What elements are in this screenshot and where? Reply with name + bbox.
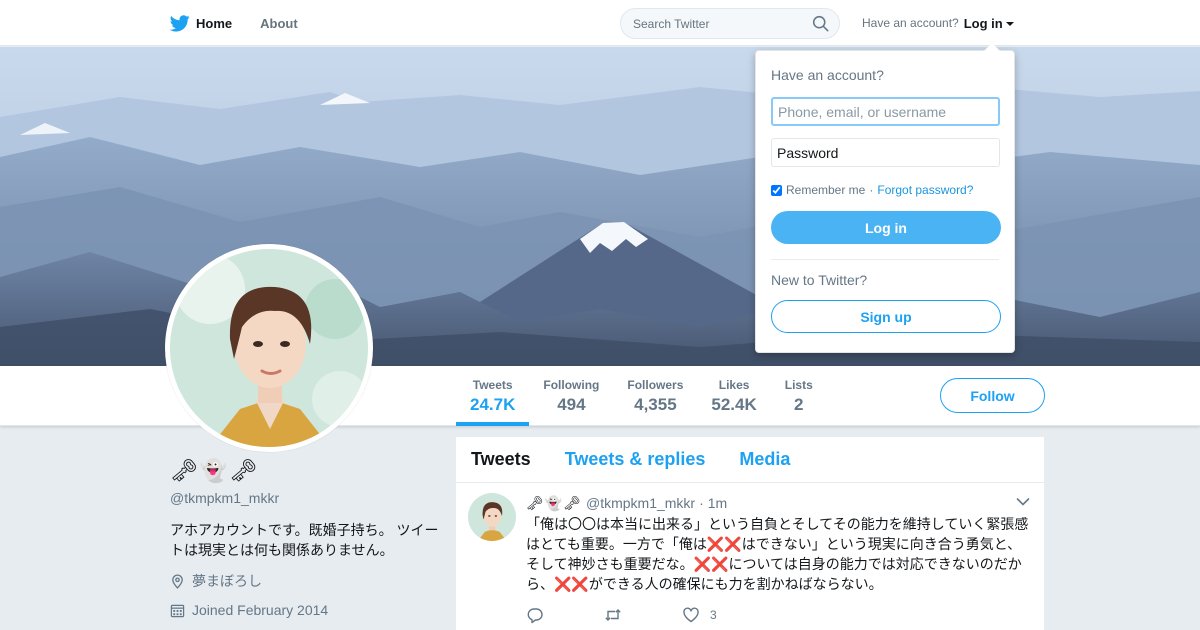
tweet-header: 🗝👻🗝 @tkmpkm1_mkkr · 1m bbox=[526, 493, 1030, 513]
profile-screen-name[interactable]: @tkmpkm1_mkkr bbox=[170, 490, 440, 506]
profile-stats: Tweets 24.7K Following 494 Followers 4,3… bbox=[456, 366, 827, 426]
search-box bbox=[620, 8, 840, 39]
reply-icon bbox=[527, 608, 543, 624]
remember-separator: · bbox=[869, 183, 874, 197]
stat-value: 494 bbox=[557, 395, 586, 414]
nav-home-link[interactable]: Home bbox=[170, 14, 233, 32]
login-button[interactable]: Log in bbox=[771, 211, 1001, 244]
username-field[interactable] bbox=[771, 97, 1000, 126]
tweet-actions: 3 bbox=[526, 606, 1030, 624]
password-field[interactable] bbox=[771, 138, 1000, 167]
like-count: 3 bbox=[710, 608, 717, 622]
profile-location: 夢まぼろし bbox=[170, 571, 440, 591]
stat-value: 24.7K bbox=[470, 395, 516, 414]
location-text: 夢まぼろし bbox=[192, 573, 262, 589]
tweet-item[interactable]: 🗝👻🗝 @tkmpkm1_mkkr · 1m 「俺は〇〇は本当に出来る」という自… bbox=[456, 483, 1044, 624]
joined-text: Joined February 2014 bbox=[192, 602, 329, 618]
follow-button[interactable]: Follow bbox=[940, 378, 1045, 413]
calendar-icon bbox=[170, 604, 185, 617]
dropdown-arrow bbox=[984, 43, 1000, 51]
tab-tweets-replies[interactable]: Tweets & replies bbox=[565, 449, 706, 470]
timeline: Tweets Tweets & replies Media 🗝👻🗝 @tkmpk… bbox=[456, 437, 1044, 630]
forgot-password-link[interactable]: Forgot password? bbox=[877, 183, 973, 197]
profile-sidebar: 🗝👻🗝 @tkmpkm1_mkkr アホアカウントです。既婚子持ち。 ツイートは… bbox=[170, 458, 440, 618]
account-prompt: Have an account? bbox=[862, 16, 959, 30]
twitter-bird-icon bbox=[170, 14, 190, 31]
tab-media[interactable]: Media bbox=[739, 449, 790, 470]
timeline-tabs: Tweets Tweets & replies Media bbox=[456, 437, 1044, 483]
login-dropdown: Have an account? Remember me · Forgot pa… bbox=[755, 43, 1015, 353]
stat-lists[interactable]: Lists 2 bbox=[771, 366, 827, 426]
nav-about-link[interactable]: About bbox=[260, 16, 298, 31]
caret-down-icon bbox=[1005, 22, 1014, 26]
dropdown-heading: Have an account? bbox=[771, 67, 884, 83]
top-nav: Home About Have an account? Log in bbox=[0, 0, 1200, 46]
tweet-avatar[interactable] bbox=[468, 493, 516, 541]
retweet-icon bbox=[605, 609, 621, 621]
chevron-down-icon[interactable] bbox=[1016, 497, 1030, 507]
tweet-timestamp[interactable]: 1m bbox=[708, 495, 727, 511]
stat-label: Lists bbox=[784, 378, 813, 392]
profile-bio: アホアカウントです。既婚子持ち。 ツイートは現実とは何も関係ありません。 bbox=[170, 522, 439, 558]
stat-value: 52.4K bbox=[711, 395, 757, 414]
stat-following[interactable]: Following 494 bbox=[529, 366, 613, 426]
location-pin-icon bbox=[172, 573, 183, 589]
stat-likes[interactable]: Likes 52.4K bbox=[697, 366, 770, 426]
stat-value: 4,355 bbox=[634, 395, 677, 414]
stat-label: Tweets bbox=[472, 378, 513, 392]
nav-home-label: Home bbox=[196, 15, 233, 31]
avatar-portrait-image bbox=[170, 249, 368, 447]
stat-tweets[interactable]: Tweets 24.7K bbox=[456, 366, 530, 426]
stat-label: Likes bbox=[718, 378, 750, 392]
login-dropdown-toggle[interactable]: Log in bbox=[964, 16, 1014, 31]
tab-tweets[interactable]: Tweets bbox=[471, 449, 531, 470]
remember-row: Remember me · Forgot password? bbox=[771, 183, 999, 197]
tweet-author-name[interactable]: 🗝👻🗝 bbox=[526, 495, 582, 512]
remember-me-checkbox[interactable] bbox=[771, 184, 782, 196]
stat-label: Following bbox=[543, 378, 600, 392]
tweet-text: 「俺は〇〇は本当に出来る」という自負とそしてその能力を維持していく緊張感はとても… bbox=[526, 516, 1029, 592]
signup-button[interactable]: Sign up bbox=[771, 300, 1001, 333]
profile-display-name[interactable]: 🗝👻🗝 bbox=[170, 458, 440, 488]
nav-left: Home About bbox=[170, 0, 298, 46]
dropdown-divider bbox=[771, 259, 999, 260]
search-input[interactable] bbox=[621, 9, 801, 38]
tweet-dot: · bbox=[699, 495, 704, 511]
tweet-avatar-image bbox=[468, 493, 516, 541]
stat-followers[interactable]: Followers 4,355 bbox=[613, 366, 697, 426]
retweet-button[interactable] bbox=[604, 606, 622, 624]
reply-button[interactable] bbox=[526, 606, 544, 624]
stat-value: 2 bbox=[794, 395, 804, 414]
tweet-author-handle[interactable]: @tkmpkm1_mkkr bbox=[586, 495, 695, 511]
stat-label: Followers bbox=[627, 378, 684, 392]
profile-joined: Joined February 2014 bbox=[170, 602, 440, 618]
remember-me-label[interactable]: Remember me bbox=[786, 183, 865, 197]
login-toggle-label: Log in bbox=[963, 15, 1003, 31]
account-area: Have an account? Log in bbox=[862, 0, 1014, 46]
like-button[interactable]: 3 bbox=[682, 606, 717, 624]
profile-avatar[interactable] bbox=[165, 244, 373, 452]
search-icon[interactable] bbox=[812, 15, 829, 32]
heart-icon bbox=[683, 607, 699, 623]
new-to-twitter-text: New to Twitter? bbox=[771, 272, 868, 288]
